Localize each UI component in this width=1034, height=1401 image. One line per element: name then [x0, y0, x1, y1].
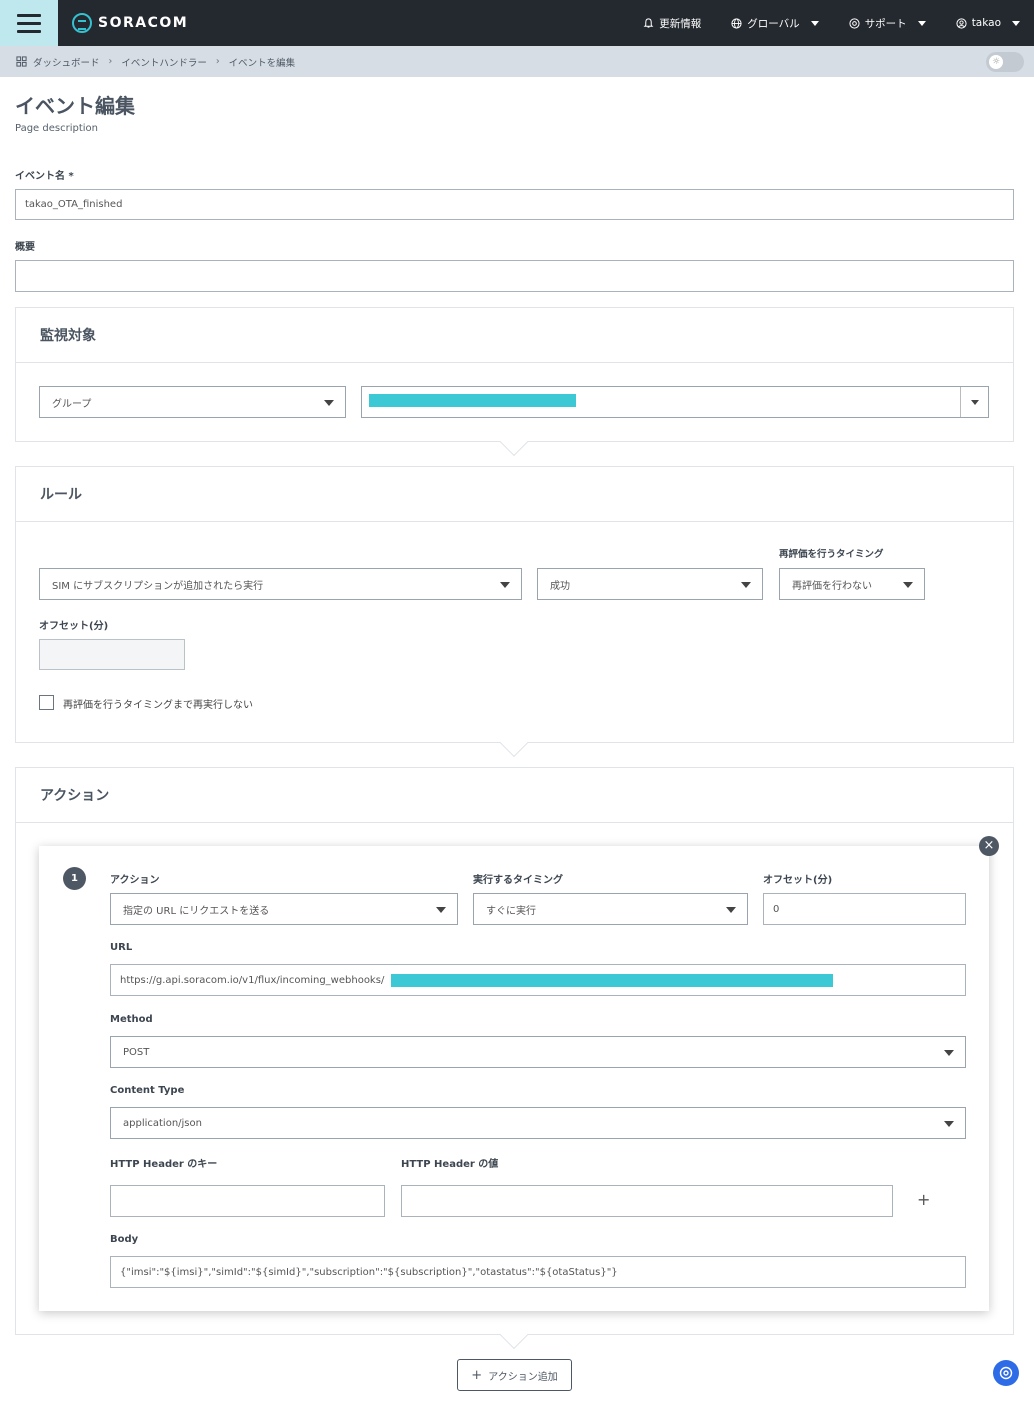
timing-label: 実行するタイミング	[473, 875, 563, 886]
select-divider	[960, 387, 961, 417]
method-label: Method	[110, 1014, 153, 1025]
url-value: https://g.api.soracom.io/v1/flux/incomin…	[120, 974, 385, 986]
panel-arrow	[499, 427, 528, 457]
nav-user-label: takao	[971, 17, 1001, 29]
chevron-right-icon: ›	[215, 56, 220, 67]
page-description: Page description	[15, 123, 98, 134]
header-value-label: HTTP Header の値	[401, 1159, 499, 1170]
chevron-down-icon	[500, 582, 510, 588]
action-type-label: アクション	[110, 875, 160, 886]
logo[interactable]: SORACOM	[72, 13, 188, 33]
breadcrumb-dashboard[interactable]: ダッシュボード	[33, 55, 100, 69]
sun-icon: ☼	[989, 55, 1003, 69]
chevron-down-icon	[726, 907, 736, 913]
content-type-select[interactable]: application/json	[110, 1107, 966, 1139]
rule-condition-select[interactable]: SIM にサブスクリプションが追加されたら実行	[39, 568, 522, 600]
target-panel: 監視対象	[15, 307, 1014, 457]
timing-value: すぐに実行	[486, 905, 536, 917]
action-title: アクション	[16, 768, 1013, 823]
chevron-down-icon	[944, 1050, 954, 1056]
event-name-label: イベント名 *	[15, 171, 74, 182]
top-bar: SORACOM 更新情報 グローバル サポート takao	[0, 0, 1034, 46]
nav-user[interactable]: takao	[956, 17, 1020, 29]
reeval-value: 再評価を行わない	[792, 580, 872, 592]
header-value-input[interactable]	[401, 1185, 893, 1217]
summary-input[interactable]	[15, 260, 1014, 292]
brand-name: SORACOM	[98, 15, 189, 31]
chevron-down-icon	[917, 20, 926, 26]
target-type-select[interactable]: グループ	[39, 386, 346, 418]
reeval-label: 再評価を行うタイミング	[779, 549, 884, 560]
target-type-value: グループ	[52, 398, 92, 410]
target-title: 監視対象	[16, 308, 1013, 363]
globe-icon	[731, 17, 742, 29]
action-type-select[interactable]: 指定の URL にリクエストを送る	[110, 893, 458, 925]
content-type-value: application/json	[123, 1117, 202, 1129]
add-action-label: アクション追加	[488, 1371, 558, 1383]
content-type-label: Content Type	[110, 1085, 185, 1096]
user-icon	[956, 17, 967, 29]
action-offset-label: オフセット(分)	[763, 875, 833, 886]
header-key-label: HTTP Header のキー	[110, 1159, 218, 1170]
method-value: POST	[123, 1046, 150, 1058]
chevron-down-icon	[741, 582, 751, 588]
chevron-down-icon	[810, 20, 819, 26]
chevron-down-icon	[324, 400, 334, 406]
nav-global-label: グローバル	[747, 17, 800, 30]
top-nav: 更新情報 グローバル サポート takao	[643, 16, 1034, 31]
nav-support[interactable]: サポート	[849, 16, 926, 31]
timing-select[interactable]: すぐに実行	[473, 893, 748, 925]
breadcrumb-current: イベントを編集	[228, 57, 296, 69]
rule-status-select[interactable]: 成功	[537, 568, 763, 600]
support-icon	[849, 17, 860, 29]
rule-offset-input[interactable]	[39, 639, 185, 670]
rule-status-value: 成功	[550, 580, 570, 592]
nav-support-label: サポート	[864, 17, 907, 30]
page-title: イベント編集	[15, 94, 135, 118]
body-input[interactable]: {"imsi":"${imsi}","simId":"${simId}","su…	[110, 1256, 966, 1288]
rule-title: ルール	[16, 467, 1013, 522]
method-select[interactable]: POST	[110, 1036, 966, 1068]
breadcrumb: ダッシュボード › イベントハンドラー › イベントを編集 ☼	[0, 46, 1034, 77]
action-type-value: 指定の URL にリクエストを送る	[123, 905, 270, 917]
redacted-group-name	[369, 394, 576, 407]
action-offset-input[interactable]: 0	[763, 893, 966, 925]
nav-updates-label: 更新情報	[659, 17, 702, 30]
chevron-down-icon	[944, 1121, 954, 1127]
summary-label: 概要	[15, 242, 35, 253]
chevron-right-icon: ›	[108, 56, 113, 67]
panel-arrow	[499, 1320, 528, 1350]
no-rerun-label: 再評価を行うタイミングまで再実行しない	[63, 700, 253, 711]
step-number: 1	[63, 867, 86, 890]
nav-global[interactable]: グローバル	[731, 16, 819, 31]
event-name-input[interactable]: takao_OTA_finished	[15, 189, 1014, 220]
dashboard-icon	[16, 56, 27, 67]
body-label: Body	[110, 1234, 139, 1245]
panel-arrow	[499, 728, 528, 758]
chevron-down-icon	[1012, 20, 1020, 26]
soracom-logo-icon	[72, 13, 92, 33]
support-icon	[999, 1366, 1013, 1380]
chevron-down-icon	[971, 400, 979, 405]
reeval-select[interactable]: 再評価を行わない	[779, 568, 925, 600]
close-icon[interactable]: ×	[979, 836, 999, 856]
add-action-button[interactable]: + アクション追加	[457, 1359, 572, 1391]
chevron-down-icon	[903, 582, 913, 588]
no-rerun-checkbox[interactable]	[39, 695, 54, 710]
bell-icon	[643, 17, 654, 28]
redacted-webhook-id	[391, 974, 833, 987]
rule-condition-value: SIM にサブスクリプションが追加されたら実行	[52, 580, 264, 592]
nav-updates[interactable]: 更新情報	[643, 16, 701, 31]
breadcrumb-event-handler[interactable]: イベントハンドラー	[121, 55, 207, 69]
chevron-down-icon	[436, 907, 446, 913]
menu-icon[interactable]	[0, 0, 58, 46]
add-header-icon[interactable]: +	[917, 1190, 930, 1209]
plus-icon: +	[471, 1367, 483, 1383]
rule-offset-label: オフセット(分)	[39, 621, 109, 632]
header-key-input[interactable]	[110, 1185, 385, 1217]
help-chat-icon[interactable]	[993, 1360, 1019, 1386]
url-label: URL	[110, 942, 133, 953]
theme-toggle[interactable]: ☼	[986, 52, 1024, 72]
